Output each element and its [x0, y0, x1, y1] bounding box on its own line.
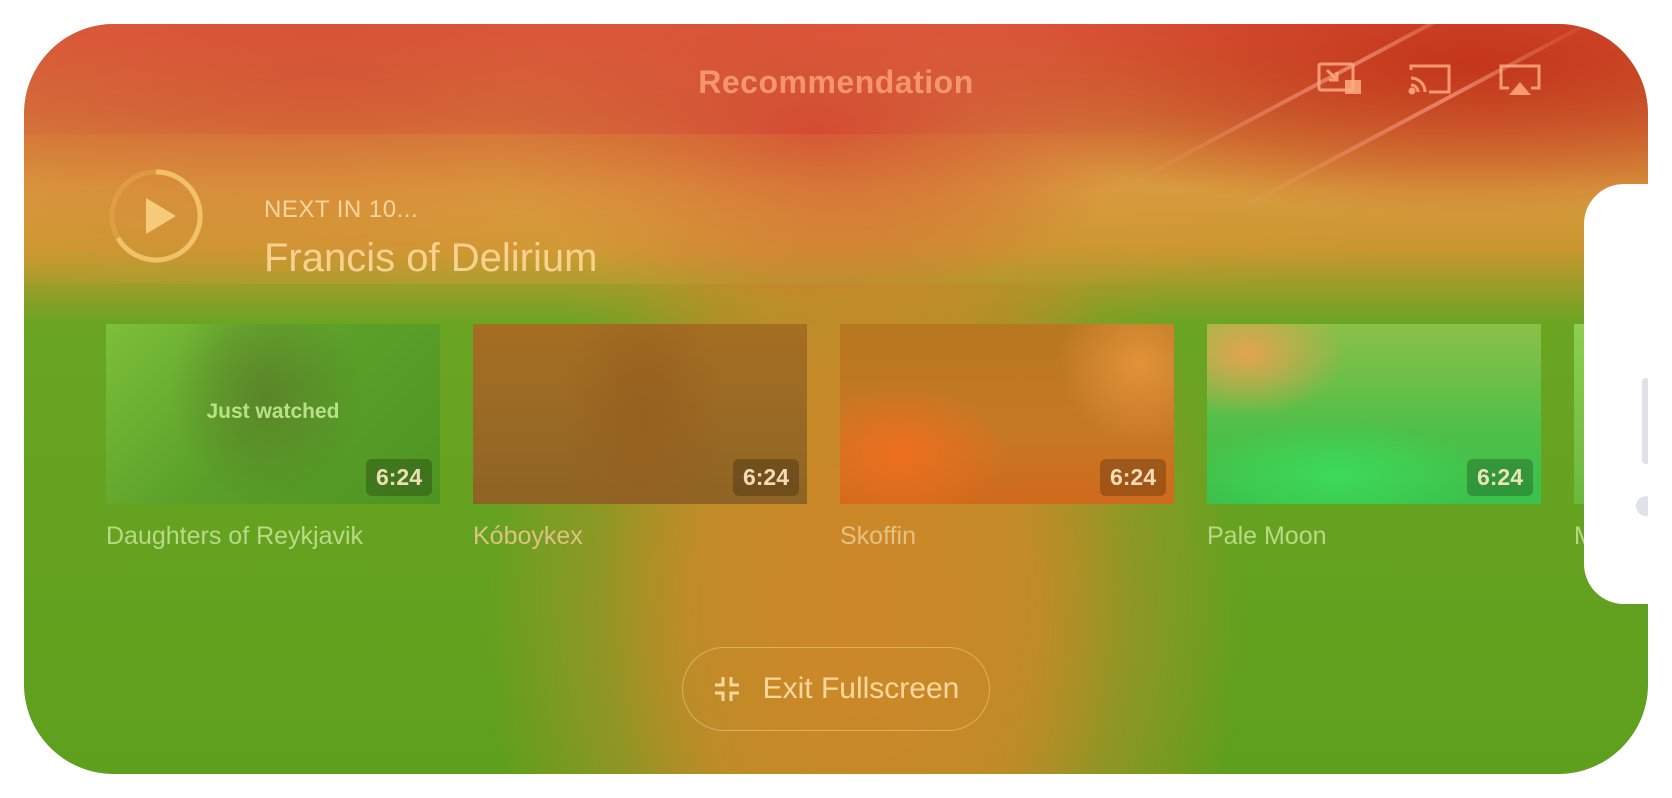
airplay-icon[interactable]	[1497, 62, 1543, 96]
video-card[interactable]: 6:24 Kóboykex	[473, 324, 807, 551]
exit-fullscreen-label: Exit Fullscreen	[762, 672, 960, 705]
video-title[interactable]: Skoffin	[840, 522, 1174, 551]
duration-badge: 6:24	[732, 459, 799, 496]
video-title[interactable]: Kóboykex	[473, 522, 807, 551]
device-notch	[1584, 184, 1648, 604]
exit-fullscreen-button[interactable]: Exit Fullscreen	[682, 647, 990, 731]
video-title[interactable]: Daughters of Reykjavik	[106, 522, 440, 551]
video-card[interactable]: 6:24 Skoffin	[840, 324, 1174, 551]
video-thumbnail[interactable]: Just watched 6:24	[106, 324, 440, 504]
video-card[interactable]: 6:24 Pale Moon	[1207, 324, 1541, 551]
video-player-screen: Recommendation NEXT IN 10... Francis of …	[24, 24, 1648, 774]
up-next-title[interactable]: Francis of Delirium	[264, 236, 597, 281]
video-card[interactable]: Just watched 6:24 Daughters of Reykjavik	[106, 324, 440, 551]
just-watched-overlay: Just watched	[206, 400, 340, 423]
video-thumbnail[interactable]: 6:24	[840, 324, 1174, 504]
duration-badge: 6:24	[365, 459, 432, 496]
duration-badge: 6:24	[1466, 459, 1533, 496]
recommendation-rail: Just watched 6:24 Daughters of Reykjavik…	[106, 324, 1648, 604]
top-toolbar	[1317, 62, 1543, 96]
exit-fullscreen-icon	[714, 677, 739, 701]
video-title[interactable]: Pale Moon	[1207, 522, 1541, 551]
picture-in-picture-icon[interactable]	[1317, 62, 1363, 96]
cast-icon[interactable]	[1407, 62, 1453, 96]
play-icon[interactable]	[108, 168, 204, 264]
video-thumbnail[interactable]: 6:24	[473, 324, 807, 504]
video-thumbnail[interactable]: 6:24	[1207, 324, 1541, 504]
up-next-label: NEXT IN 10...	[264, 196, 419, 223]
duration-badge: 6:24	[1099, 459, 1166, 496]
home-indicator	[1642, 378, 1648, 464]
